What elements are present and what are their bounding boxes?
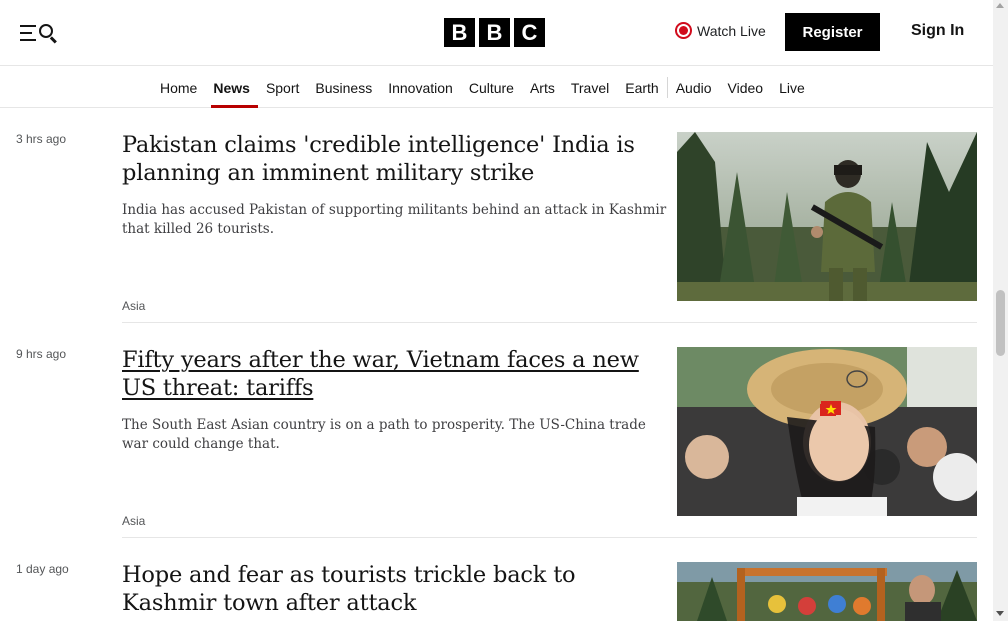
article-timestamp: 9 hrs ago <box>16 347 67 361</box>
article-timestamp: 3 hrs ago <box>16 132 67 146</box>
soldier-in-forest-photo[interactable] <box>677 132 977 301</box>
nav-item-innovation[interactable]: Innovation <box>380 67 461 108</box>
article-topic-tag[interactable]: Asia <box>122 514 145 528</box>
watch-live-label: Watch Live <box>697 22 766 39</box>
bbc-logo[interactable]: B B C <box>444 18 545 47</box>
nav-item-live[interactable]: Live <box>771 67 813 108</box>
pahalgam-sign-photo[interactable] <box>677 562 977 621</box>
article-summary: India has accused Pakistan of supporting… <box>122 202 667 237</box>
sign-in-link[interactable]: Sign In <box>911 22 964 40</box>
register-button[interactable]: Register <box>785 13 880 51</box>
nav-item-earth[interactable]: Earth <box>617 67 666 108</box>
article-headline[interactable]: Fifty years after the war, Vietnam faces… <box>122 346 657 402</box>
nav-item-arts[interactable]: Arts <box>522 67 563 108</box>
article-headline[interactable]: Pakistan claims 'credible intelligence' … <box>122 131 657 187</box>
article-summary: The South East Asian country is on a pat… <box>122 417 646 452</box>
nav-item-home[interactable]: Home <box>152 67 205 108</box>
menu-search-button[interactable] <box>20 20 64 46</box>
article-card: 1 day ago Hope and fear as tourists tric… <box>0 538 993 621</box>
main-navigation: Home News Sport Business Innovation Cult… <box>0 67 993 108</box>
nav-item-business[interactable]: Business <box>307 67 380 108</box>
nav-item-news[interactable]: News <box>205 67 258 108</box>
vertical-scrollbar[interactable] <box>993 0 1008 621</box>
hamburger-icon <box>20 25 36 41</box>
woman-with-vietnam-flag-photo[interactable] <box>677 347 977 516</box>
nav-item-video[interactable]: Video <box>720 67 772 108</box>
logo-letter: B <box>444 18 475 47</box>
nav-item-travel[interactable]: Travel <box>563 67 617 108</box>
article-card: 9 hrs ago Fifty years after the war, Vie… <box>0 323 993 538</box>
article-topic-tag[interactable]: Asia <box>122 299 145 313</box>
watch-live-link[interactable]: Watch Live <box>675 22 766 39</box>
search-icon <box>39 24 57 44</box>
nav-item-culture[interactable]: Culture <box>461 67 522 108</box>
nav-item-audio[interactable]: Audio <box>668 67 720 108</box>
article-timestamp: 1 day ago <box>16 562 69 576</box>
scroll-down-arrow-icon[interactable] <box>996 611 1004 616</box>
scrollbar-thumb[interactable] <box>996 290 1005 356</box>
nav-item-sport[interactable]: Sport <box>258 67 307 108</box>
logo-letter: B <box>479 18 510 47</box>
logo-letter: C <box>514 18 545 47</box>
scroll-up-arrow-icon[interactable] <box>996 3 1004 8</box>
article-headline[interactable]: Hope and fear as tourists trickle back t… <box>122 561 657 617</box>
article-card: 3 hrs ago Pakistan claims 'credible inte… <box>0 108 993 323</box>
live-icon <box>675 22 692 39</box>
site-header: B B C Watch Live Register Sign In <box>0 0 993 66</box>
